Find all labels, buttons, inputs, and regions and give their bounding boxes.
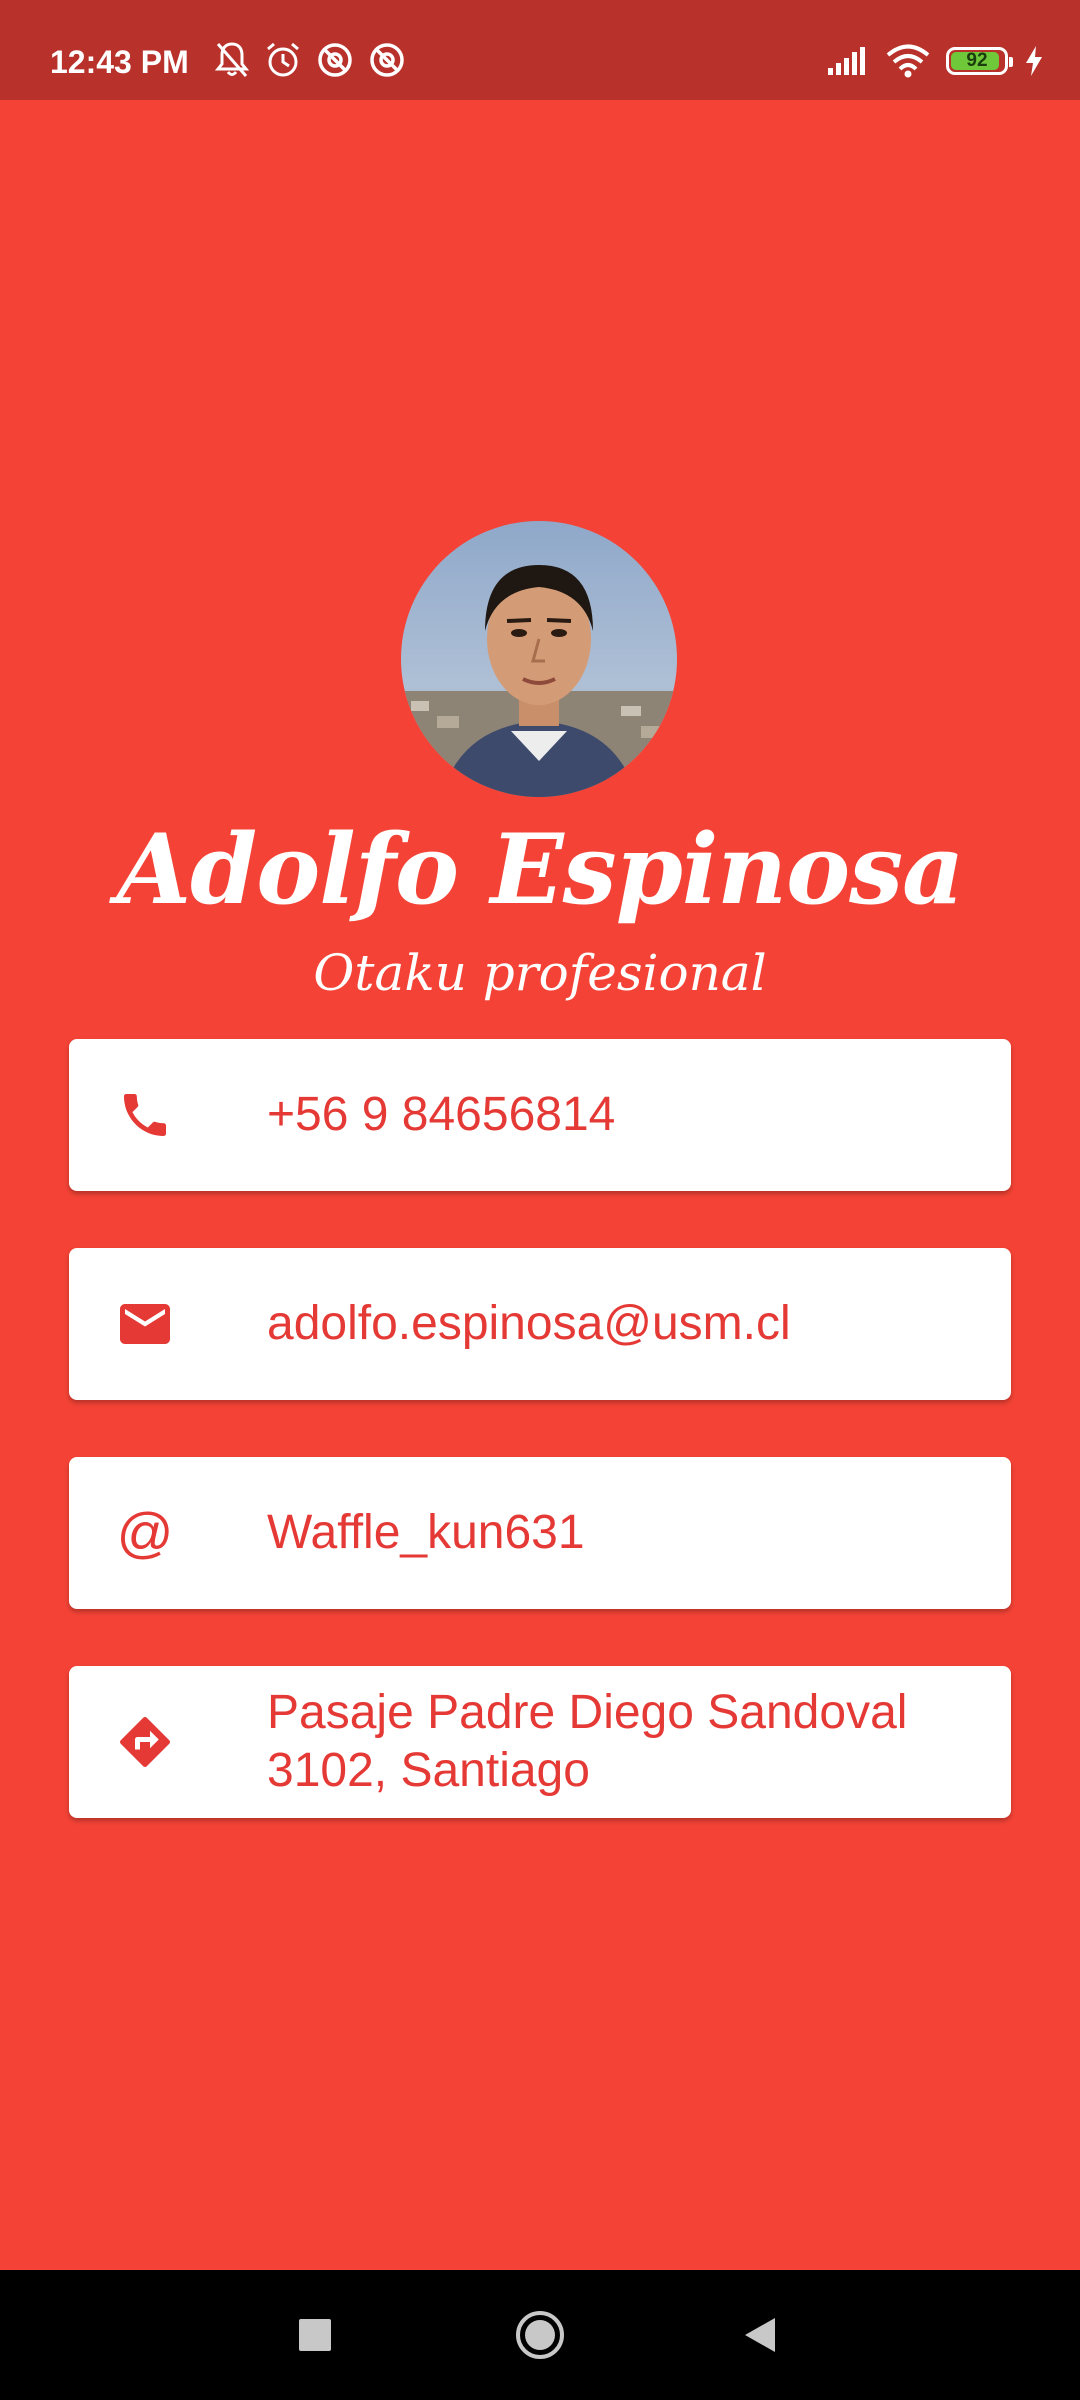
directions-icon xyxy=(115,1712,175,1772)
recents-icon xyxy=(299,2319,331,2351)
charging-icon xyxy=(1024,45,1044,77)
recents-button[interactable] xyxy=(280,2270,350,2400)
battery-icon: 92 xyxy=(946,47,1013,75)
at-icon: @ xyxy=(115,1503,175,1563)
status-icons-left xyxy=(214,40,406,80)
back-button[interactable] xyxy=(725,2270,795,2400)
phone-card[interactable]: +56 9 84656814 xyxy=(69,1039,1011,1191)
navigation-bar xyxy=(0,2270,1080,2400)
alarm-icon xyxy=(264,40,302,80)
email-address: adolfo.espinosa@usm.cl xyxy=(267,1297,791,1350)
back-icon xyxy=(745,2318,775,2352)
home-button[interactable] xyxy=(505,2270,575,2400)
phone-number: +56 9 84656814 xyxy=(267,1088,616,1141)
avatar xyxy=(401,521,677,797)
email-card[interactable]: adolfo.espinosa@usm.cl xyxy=(69,1248,1011,1400)
battery-level: 92 xyxy=(966,50,988,71)
username: Waffle_kun631 xyxy=(267,1506,585,1559)
profile-subtitle: Otaku profesional xyxy=(313,944,767,1002)
home-icon xyxy=(516,2311,564,2359)
address-card[interactable]: Pasaje Padre Diego Sandoval 3102, Santia… xyxy=(69,1666,1011,1818)
status-icons-right: 92 xyxy=(826,44,1044,78)
profile-name: Adolfo Espinosa xyxy=(116,813,965,926)
signal-icon xyxy=(826,46,870,76)
at-glyph: @ xyxy=(116,1501,174,1564)
vpn-icon xyxy=(368,40,406,80)
phone-icon xyxy=(115,1085,175,1145)
username-card[interactable]: @ Waffle_kun631 xyxy=(69,1457,1011,1609)
bell-off-icon xyxy=(214,40,250,80)
street-address: Pasaje Padre Diego Sandoval 3102, Santia… xyxy=(267,1686,908,1797)
mail-icon xyxy=(115,1294,175,1354)
status-bar: 12:43 PM 92 xyxy=(0,0,1080,100)
vpn-icon xyxy=(316,40,354,80)
status-time: 12:43 PM xyxy=(50,44,189,80)
wifi-icon xyxy=(886,44,930,78)
